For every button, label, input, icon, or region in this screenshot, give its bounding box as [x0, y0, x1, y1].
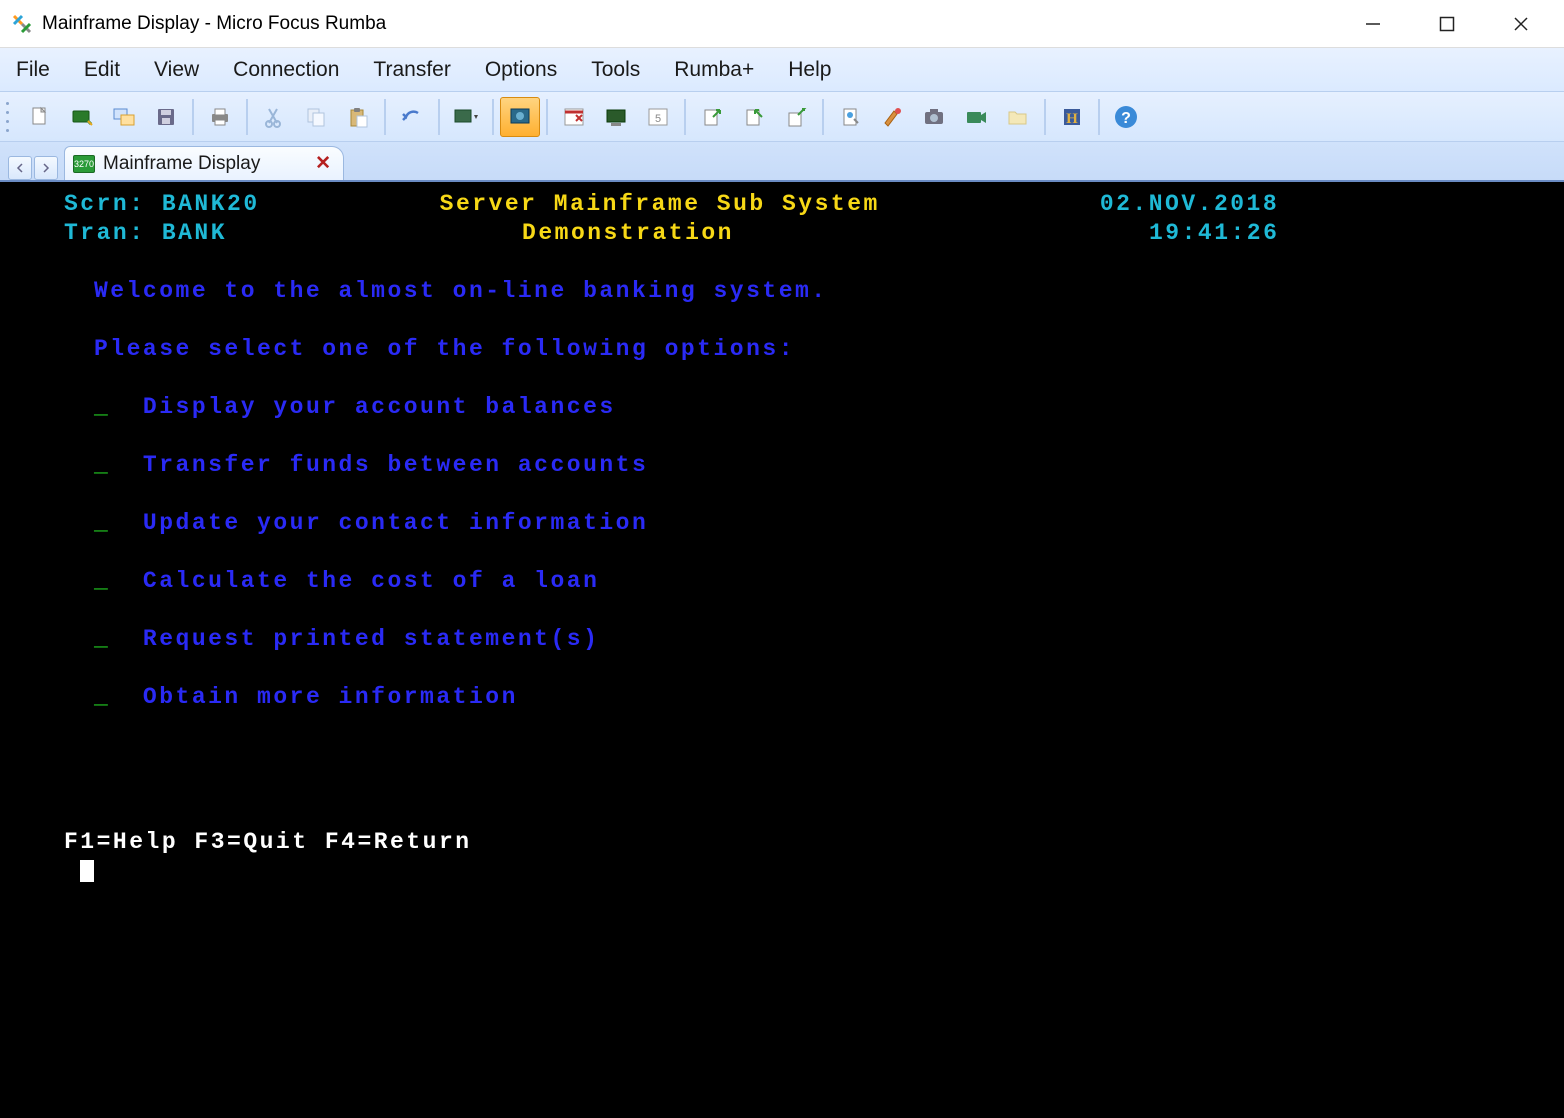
menu-file[interactable]: File [10, 54, 56, 86]
svg-text:H: H [1066, 111, 1078, 127]
app-icon [10, 12, 34, 36]
option-input-3[interactable]: _ [94, 568, 110, 594]
welcome-text: Welcome to the almost on-line banking sy… [94, 278, 828, 304]
colors-icon[interactable] [872, 97, 912, 137]
save-icon[interactable] [146, 97, 186, 137]
option-1: Transfer funds between accounts [143, 452, 648, 478]
option-input-1[interactable]: _ [94, 452, 110, 478]
window-title: Mainframe Display - Micro Focus Rumba [42, 13, 1350, 35]
svg-text:?: ? [1121, 110, 1131, 127]
option-input-5[interactable]: _ [94, 684, 110, 710]
screen-dropdown-icon[interactable] [446, 97, 486, 137]
scrn-value: BANK20 [162, 191, 260, 217]
option-5: Obtain more information [143, 684, 518, 710]
folder-icon[interactable] [998, 97, 1038, 137]
option-3: Calculate the cost of a loan [143, 568, 599, 594]
recorder-icon[interactable] [956, 97, 996, 137]
titlebar: Mainframe Display - Micro Focus Rumba [0, 0, 1564, 48]
time: 19:41:26 [1149, 220, 1279, 246]
macro-icon[interactable] [554, 97, 594, 137]
history-icon[interactable]: H [1052, 97, 1092, 137]
option-4: Request printed statement(s) [143, 626, 599, 652]
tabbar: 3270 Mainframe Display ✕ [0, 142, 1564, 182]
fkeys: F1=Help F3=Quit F4=Return [64, 829, 472, 855]
scrn-label: Scrn: [64, 191, 146, 217]
menu-tools[interactable]: Tools [585, 54, 646, 86]
keyboard-icon[interactable]: 5 [638, 97, 678, 137]
tab-label: Mainframe Display [103, 153, 260, 175]
paste-icon[interactable] [338, 97, 378, 137]
host-icon[interactable] [596, 97, 636, 137]
menubar: File Edit View Connection Transfer Optio… [0, 48, 1564, 92]
tab-next-button[interactable] [34, 156, 58, 180]
receive-icon[interactable] [734, 97, 774, 137]
tab-3270-icon: 3270 [73, 155, 95, 173]
option-input-0[interactable]: _ [94, 394, 110, 420]
menu-help[interactable]: Help [782, 54, 837, 86]
new-file-icon[interactable] [20, 97, 60, 137]
menu-rumba-plus[interactable]: Rumba+ [668, 54, 760, 86]
tab-close-icon[interactable]: ✕ [315, 152, 331, 175]
connect-icon[interactable] [62, 97, 102, 137]
option-0: Display your account balances [143, 394, 616, 420]
send-icon[interactable] [692, 97, 732, 137]
session-icon[interactable] [104, 97, 144, 137]
prompt-text: Please select one of the following optio… [94, 336, 795, 362]
terminal[interactable]: Scrn: BANK20 Server Mainframe Sub System 0… [0, 182, 1564, 1118]
copy-icon[interactable] [296, 97, 336, 137]
option-input-2[interactable]: _ [94, 510, 110, 536]
undo-icon[interactable] [392, 97, 432, 137]
tran-label: Tran: [64, 220, 146, 246]
maximize-button[interactable] [1424, 7, 1470, 41]
cursor [80, 860, 94, 882]
tab-mainframe-display[interactable]: 3270 Mainframe Display ✕ [64, 146, 344, 180]
tab-prev-button[interactable] [8, 156, 32, 180]
help-icon[interactable]: ? [1106, 97, 1146, 137]
title-2: Demonstration [522, 220, 734, 246]
capture-icon[interactable] [914, 97, 954, 137]
properties-icon[interactable] [830, 97, 870, 137]
print-icon[interactable] [200, 97, 240, 137]
svg-text:5: 5 [655, 113, 661, 125]
title-1: Server Mainframe Sub System [440, 191, 880, 217]
toolbar: 5 H ? [0, 92, 1564, 142]
menu-transfer[interactable]: Transfer [367, 54, 456, 86]
toolbar-grip [6, 99, 14, 135]
menu-edit[interactable]: Edit [78, 54, 126, 86]
menu-connection[interactable]: Connection [227, 54, 345, 86]
cut-icon[interactable] [254, 97, 294, 137]
close-button[interactable] [1498, 7, 1544, 41]
screen-active-icon[interactable] [500, 97, 540, 137]
minimize-button[interactable] [1350, 7, 1396, 41]
upload-icon[interactable] [776, 97, 816, 137]
menu-view[interactable]: View [148, 54, 205, 86]
tran-value: BANK [162, 220, 227, 246]
option-2: Update your contact information [143, 510, 648, 536]
menu-options[interactable]: Options [479, 54, 563, 86]
date: 02.NOV.2018 [1100, 191, 1279, 217]
option-input-4[interactable]: _ [94, 626, 110, 652]
